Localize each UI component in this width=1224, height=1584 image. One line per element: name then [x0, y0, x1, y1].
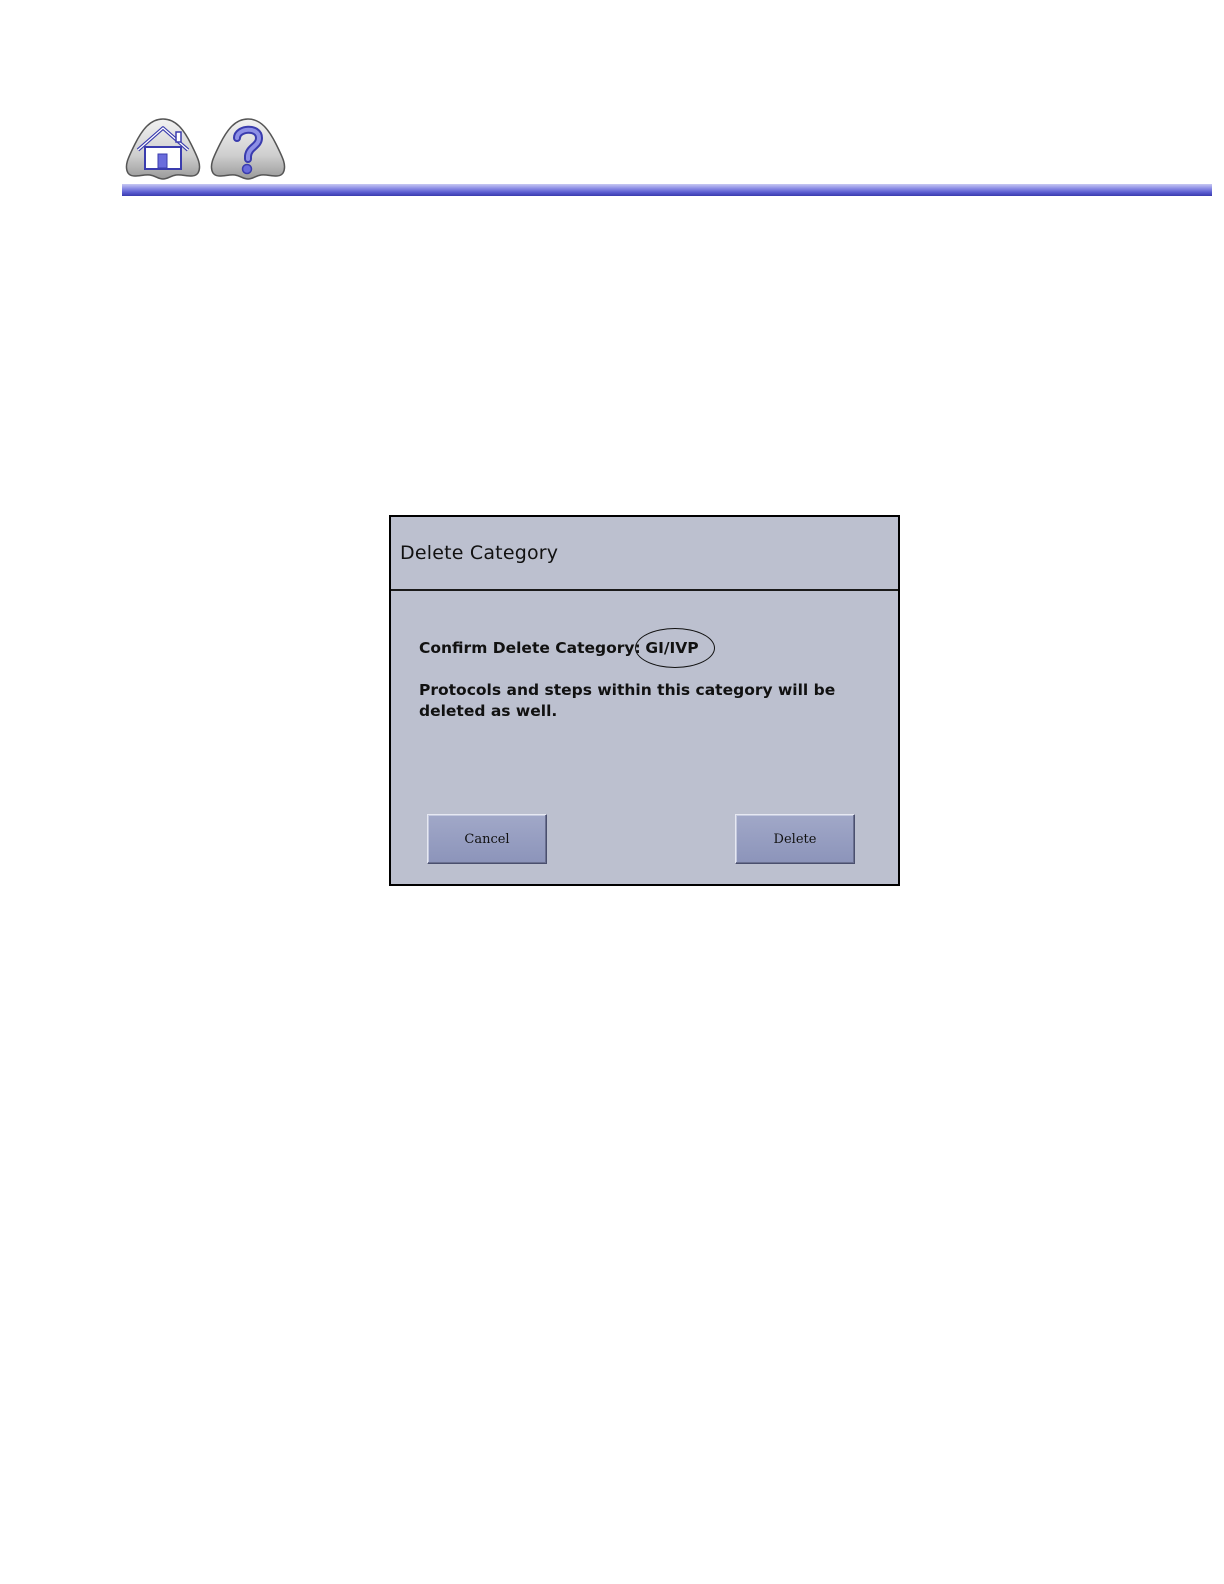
delete-button-label: Delete — [773, 831, 817, 847]
category-name: GI/IVP — [635, 628, 715, 668]
cancel-button[interactable]: Cancel — [427, 814, 547, 864]
category-name-text: GI/IVP — [645, 639, 699, 657]
confirm-label: Confirm Delete Category: — [419, 639, 641, 657]
help-button[interactable] — [209, 116, 287, 180]
dialog-title: Delete Category — [400, 542, 559, 564]
home-icon — [125, 118, 201, 180]
cancel-button-label: Cancel — [464, 831, 510, 847]
warning-message: Protocols and steps within this category… — [419, 681, 836, 720]
delete-category-dialog: Delete Category Confirm Delete Category:… — [389, 515, 900, 886]
home-button[interactable] — [124, 116, 202, 180]
dialog-titlebar: Delete Category — [391, 517, 898, 591]
delete-button[interactable]: Delete — [735, 814, 855, 864]
header-divider — [122, 184, 1212, 196]
question-mark-icon — [210, 118, 286, 180]
